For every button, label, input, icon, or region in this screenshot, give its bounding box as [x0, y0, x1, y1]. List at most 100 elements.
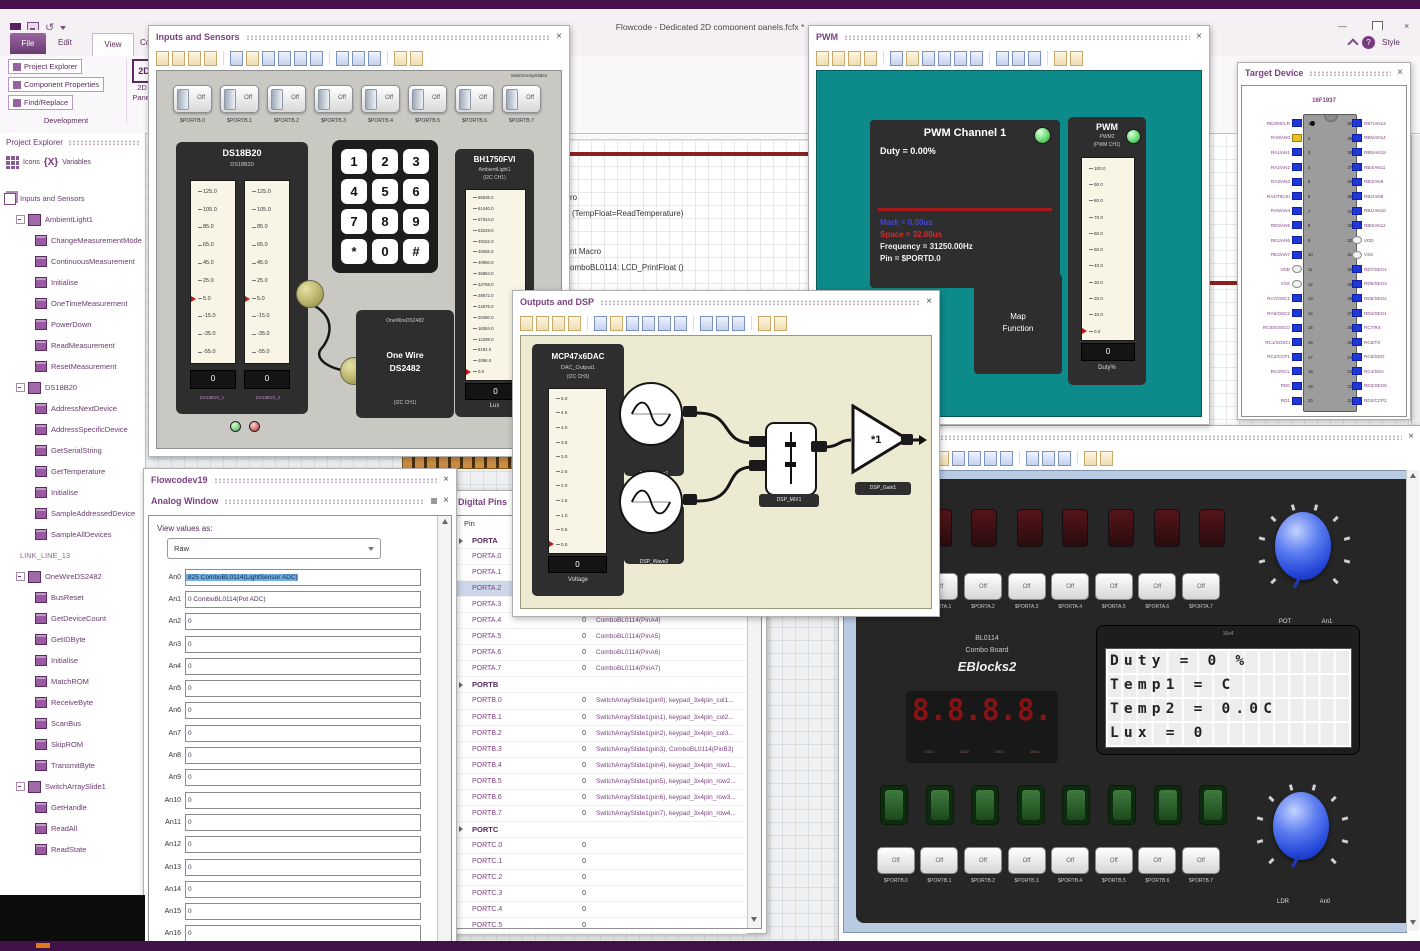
toolbar-icon[interactable] [1054, 50, 1067, 66]
pin-window-icon[interactable] [431, 498, 438, 504]
tree-expander-icon[interactable] [16, 572, 25, 581]
chip-pin[interactable]: RD2/CCP2 [1352, 393, 1404, 408]
off-toggle-button[interactable]: Off [1051, 847, 1090, 874]
chip-pin[interactable]: RC0/SOSCO [1246, 320, 1302, 335]
toolbar-icon[interactable] [968, 450, 981, 466]
toolbar-icon[interactable] [732, 315, 745, 331]
green-push-button[interactable] [1062, 785, 1091, 825]
channel-value-field[interactable]: 0 [185, 702, 421, 720]
digital-pin-row[interactable]: PORTB [456, 677, 747, 694]
toolbar-icon[interactable] [1026, 450, 1039, 466]
tree-expander-icon[interactable] [16, 215, 25, 224]
chip-pin[interactable]: RB7/AN13 [1352, 116, 1404, 131]
variables-icon[interactable]: {X} [44, 157, 58, 168]
keypad-key[interactable]: 1 [341, 149, 367, 174]
green-push-button[interactable] [880, 785, 908, 825]
tab-file[interactable]: File [10, 33, 46, 54]
off-toggle-button[interactable]: Off [1181, 847, 1220, 874]
toolbar-icon[interactable] [278, 50, 291, 66]
green-push-button[interactable] [1107, 785, 1136, 825]
tree-item[interactable]: MatchROM [4, 671, 143, 692]
channel-value-field[interactable]: 0 [185, 613, 421, 631]
toolbar-icon[interactable] [774, 315, 787, 331]
chip-pin[interactable]: RD5/SEG2 [1352, 291, 1404, 306]
ribbon-button[interactable]: Component Properties [8, 77, 105, 92]
chip-pin[interactable]: RD0 [1246, 379, 1302, 394]
knob-ball[interactable] [1273, 792, 1329, 860]
tree-item[interactable]: Initialise [4, 272, 143, 293]
toolbar-icon[interactable] [1047, 51, 1048, 65]
chip-pin[interactable]: RA0/AN0 [1246, 131, 1302, 146]
chip-pin[interactable]: RC7/RX [1352, 320, 1404, 335]
green-push-button[interactable] [1153, 785, 1182, 825]
tree-item[interactable]: TransmitByte [4, 755, 143, 776]
toolbar-icon[interactable] [1019, 451, 1020, 465]
toolbar-icon[interactable] [996, 50, 1009, 66]
off-toggle-button[interactable]: Off [1181, 573, 1220, 600]
tree-item[interactable]: AddressNextDevice [4, 398, 143, 419]
chip-pin[interactable]: VSS [1246, 277, 1302, 292]
channel-value-field[interactable]: 0 [185, 880, 421, 898]
chip-pin[interactable]: RC6/TX [1352, 335, 1404, 350]
flowcode-doc-titlebar[interactable]: Flowcodev19 × [144, 469, 456, 491]
slide-switch[interactable]: Off [455, 85, 494, 113]
style-button[interactable]: Style [1382, 38, 1400, 47]
toolbar-icon[interactable] [906, 50, 919, 66]
toolbar-icon[interactable] [922, 50, 935, 66]
keypad-key[interactable]: * [341, 239, 367, 264]
chip-pin[interactable]: VDD [1246, 262, 1302, 277]
digital-pin-row[interactable]: PORTB.3 0 SwitchArraySlide1(pin3), Combo… [456, 742, 747, 758]
slide-switch[interactable]: Off [220, 85, 259, 113]
pwm-window-titlebar[interactable]: PWM × [809, 26, 1209, 48]
tree-item[interactable]: SampleAddressedDevice [4, 503, 143, 524]
keypad-key[interactable]: 9 [403, 209, 429, 234]
tree-item[interactable]: SkipROM [4, 734, 143, 755]
close-window-icon[interactable]: × [926, 297, 932, 307]
toolbar-icon[interactable] [954, 50, 967, 66]
tree-item[interactable]: ContinuousMeasurement [4, 251, 143, 272]
toolbar-icon[interactable] [610, 315, 623, 331]
close-window-icon[interactable]: × [1196, 32, 1202, 42]
chip-pin[interactable]: RC3/SCL [1246, 364, 1302, 379]
tab-edit[interactable]: Edit [58, 38, 72, 47]
chip-pin[interactable]: RB0/AN12 [1352, 218, 1404, 233]
toolbar-icon[interactable] [1028, 50, 1041, 66]
digital-pin-row[interactable]: PORTC.2 0 [456, 870, 747, 887]
close-window-icon[interactable]: × [443, 475, 449, 485]
chip-pin[interactable]: RD6/SEG3 [1352, 277, 1404, 292]
off-toggle-button[interactable]: Off [1138, 847, 1177, 874]
toolbar-icon[interactable] [352, 50, 365, 66]
toolbar-icon[interactable] [970, 50, 983, 66]
digital-pin-row[interactable]: PORTA.6 0 ComboBL0114(PinA6) [456, 645, 747, 662]
digital-pin-row[interactable]: PORTB.7 0 SwitchArraySlide1(pin7), keypa… [456, 806, 747, 822]
toolbar-icon[interactable] [294, 50, 307, 66]
digital-pin-row[interactable]: PORTB.0 0 SwitchArraySlide1(pin0), keypa… [456, 693, 747, 710]
toolbar-icon[interactable] [204, 50, 217, 66]
off-toggle-button[interactable]: Off [1007, 847, 1046, 874]
chip-pin[interactable]: RE1/AN6 [1246, 233, 1302, 248]
toolbar-icon[interactable] [890, 50, 903, 66]
toolbar-icon[interactable] [816, 50, 829, 66]
tree-item[interactable]: OneWireDS2482 [4, 566, 143, 587]
tree-expander-icon[interactable] [16, 782, 25, 791]
toolbar-icon[interactable] [410, 50, 423, 66]
tree-item[interactable]: GetDeviceCount [4, 608, 143, 629]
icons-grid-icon[interactable] [6, 156, 19, 169]
toolbar-icon[interactable] [952, 450, 965, 466]
toolbar-icon[interactable] [1012, 50, 1025, 66]
knob-ball[interactable] [1275, 512, 1331, 580]
toolbar-icon[interactable] [1058, 450, 1071, 466]
chip-pin[interactable]: RB1/AN10 [1352, 204, 1404, 219]
ribbon-button[interactable]: Project Explorer [8, 59, 83, 74]
chip-pin[interactable]: RB5/AN15 [1352, 145, 1404, 160]
channel-value-field[interactable]: 825 ComboBL0114(LightSensor ADC) [185, 568, 421, 586]
chip-pin[interactable]: RA6/OSC2 [1246, 306, 1302, 321]
chip-pin[interactable]: RA3/AN3 [1246, 174, 1302, 189]
tree-item[interactable]: AddressSpecificDevice [4, 419, 143, 440]
off-toggle-button[interactable]: Off [1094, 573, 1133, 600]
toolbar-icon[interactable] [1077, 451, 1078, 465]
tree-item[interactable]: ReadMeasurement [4, 335, 143, 356]
toolbar-icon[interactable] [552, 315, 565, 331]
tree-item[interactable]: DS18B20 [4, 377, 143, 398]
project-explorer-header[interactable]: Project Explorer [0, 133, 145, 150]
